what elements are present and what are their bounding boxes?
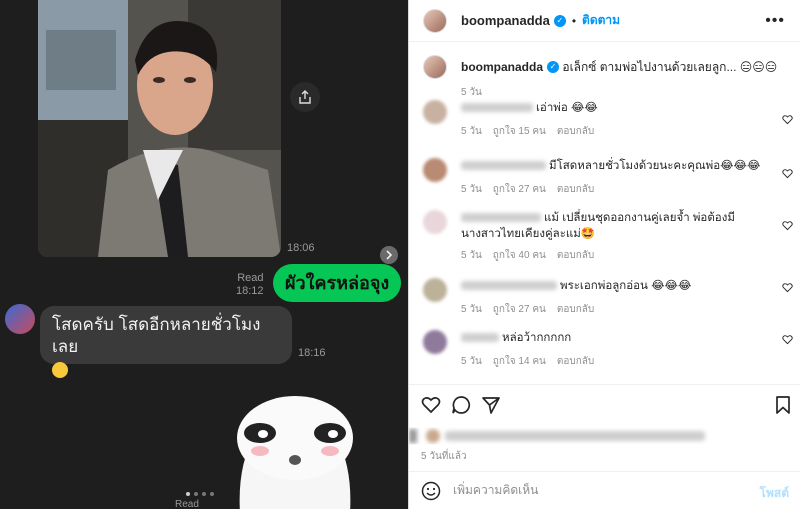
posted-time: 5 วันที่แล้ว	[421, 451, 467, 462]
comment-icon[interactable]	[451, 395, 471, 415]
comment-likes[interactable]: ถูกใจ 27 คน	[493, 304, 546, 315]
comment-time: 5 วัน	[461, 126, 482, 137]
comment-text: มีโสดหลายชั่วโมงด้วยนะคะคุณพ่อ😂😂😂	[549, 160, 761, 172]
page-indicator	[186, 492, 214, 496]
comment-text: หล่อว้ากกกกก	[502, 332, 572, 344]
bookmark-icon[interactable]	[773, 395, 793, 415]
author-avatar[interactable]	[423, 8, 447, 33]
reply-button[interactable]: ตอบกลับ	[557, 184, 594, 195]
like-heart-icon[interactable]	[782, 282, 793, 293]
read-time: 18:12	[236, 285, 264, 297]
post-actions	[421, 395, 793, 415]
chat-photo[interactable]	[38, 0, 281, 257]
chat-screenshot: 18:06 Read 18:12 ผัวใครหล่อจุง โสดครับ โ…	[0, 0, 408, 509]
verified-badge-icon: ✓	[547, 61, 560, 74]
emoji-smile-icon[interactable]	[421, 481, 441, 501]
comment-time: 5 วัน	[461, 250, 482, 261]
comment-time: 5 วัน	[461, 356, 482, 367]
contact-avatar[interactable]	[5, 304, 35, 334]
commenter-avatar[interactable]	[423, 158, 447, 182]
comment-item: เอ่าพ่อ 😂😂 5 วัน ถูกใจ 15 คน ตอบกลับ	[423, 100, 793, 158]
actions-divider	[409, 384, 800, 385]
comment-text: พระเอกพ่อลูกอ่อน 😂😂😂	[560, 280, 692, 292]
read-label: Read	[237, 272, 264, 284]
blurred-username	[461, 103, 533, 113]
comment-likes[interactable]: ถูกใจ 15 คน	[493, 126, 546, 137]
verified-badge-icon: ✓	[553, 14, 566, 27]
reply-button[interactable]: ตอบกลับ	[557, 304, 594, 315]
comment-time: 5 วัน	[461, 304, 482, 315]
share-icon[interactable]	[290, 82, 320, 112]
caption-avatar[interactable]	[423, 55, 447, 79]
commenter-avatar[interactable]	[423, 210, 447, 234]
like-heart-icon[interactable]	[782, 220, 793, 231]
comment-item: หล่อว้ากกกกก 5 วัน ถูกใจ 14 คน ตอบกลับ	[423, 330, 793, 382]
grinning-face-icon	[52, 361, 68, 378]
author-username[interactable]: boompanadda	[461, 13, 550, 28]
share-paper-plane-icon[interactable]	[481, 395, 501, 415]
blurred-username	[461, 161, 546, 171]
comment-likes[interactable]: ถูกใจ 40 คน	[493, 250, 546, 261]
comment-box: เพิ่มความคิดเห็น โพสต์	[409, 471, 800, 509]
forward-arrow-icon[interactable]	[380, 246, 398, 264]
comment-input[interactable]: เพิ่มความคิดเห็น	[453, 481, 538, 500]
blurred-username	[461, 333, 499, 343]
read-receipt: Read 18:12	[236, 272, 264, 298]
post-caption: boompanadda ✓ อเล็กซ์ ตามพ่อไปงานด้วยเลยล…	[423, 55, 793, 100]
instagram-post-panel: boompanadda ✓ • ติดตาม ••• boompanadda ✓ …	[408, 0, 800, 509]
post-comment-button[interactable]: โพสต์	[760, 484, 789, 503]
bottom-read-label: Read	[175, 499, 199, 509]
comment-item: พระเอกพ่อลูกอ่อน 😂😂😂 5 วัน ถูกใจ 27 คน ตอบ…	[423, 278, 793, 330]
incoming-timestamp: 18:16	[298, 347, 326, 359]
sticker-face-icon[interactable]	[230, 388, 360, 509]
caption-text: boompanadda ✓ อเล็กซ์ ตามพ่อไปงานด้วยเลยล…	[461, 58, 777, 77]
commenter-avatar[interactable]	[423, 100, 447, 124]
incoming-message-bubble[interactable]: โสดครับ โสดอีกหลายชั่วโมงเลย	[40, 306, 292, 378]
caption-username[interactable]: boompanadda	[461, 60, 543, 74]
comment-item: มีโสดหลายชั่วโมงด้วยนะคะคุณพ่อ😂😂😂 5 วัน ถ…	[423, 158, 793, 210]
reply-button[interactable]: ตอบกลับ	[557, 126, 594, 137]
comment-text: เอ่าพ่อ 😂😂	[536, 102, 598, 114]
like-heart-icon[interactable]	[782, 114, 793, 125]
more-options-icon[interactable]: •••	[765, 12, 785, 30]
blurred-username	[461, 213, 541, 223]
post-header: boompanadda ✓ • ติดตาม •••	[409, 0, 800, 42]
separator-dot: •	[571, 13, 577, 28]
blurred-likes-summary	[409, 429, 705, 443]
blurred-username	[461, 281, 557, 291]
like-heart-icon[interactable]	[421, 395, 441, 415]
comment-likes[interactable]: ถูกใจ 14 คน	[493, 356, 546, 367]
photo-timestamp: 18:06	[287, 242, 315, 254]
caption-body: อเล็กซ์ ตามพ่อไปงานด้วยเลยลูก... 😑😑😑	[562, 59, 778, 74]
like-heart-icon[interactable]	[782, 334, 793, 345]
commenter-avatar[interactable]	[423, 278, 447, 302]
comment-likes[interactable]: ถูกใจ 27 คน	[493, 184, 546, 195]
follow-button[interactable]: ติดตาม	[582, 11, 620, 30]
reply-button[interactable]: ตอบกลับ	[557, 356, 594, 367]
outgoing-message-bubble[interactable]: ผัวใครหล่อจุง	[273, 264, 402, 302]
comment-item: แม้ เปลี่ยนชุดออกงานคู่เลยจ้ำ พ่อต้องมีน…	[423, 210, 793, 278]
caption-time: 5 วัน	[461, 87, 482, 98]
incoming-message-text: โสดครับ โสดอีกหลายชั่วโมงเลย	[52, 315, 261, 356]
commenter-avatar[interactable]	[423, 330, 447, 354]
comment-list: เอ่าพ่อ 😂😂 5 วัน ถูกใจ 15 คน ตอบกลับ มีโสด…	[423, 100, 793, 382]
like-heart-icon[interactable]	[782, 168, 793, 179]
comment-time: 5 วัน	[461, 184, 482, 195]
reply-button[interactable]: ตอบกลับ	[557, 250, 594, 261]
